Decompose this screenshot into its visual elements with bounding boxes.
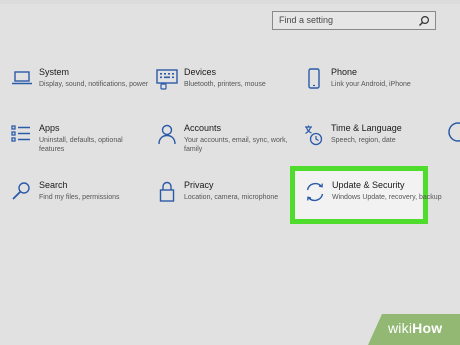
tile-privacy[interactable]: Privacy Location, camera, microphone <box>155 180 293 226</box>
apps-list-icon <box>11 125 30 142</box>
tile-desc: Uninstall, defaults, optional features <box>39 137 123 153</box>
tile-search[interactable]: Search Find my files, permissions <box>10 180 148 226</box>
tile-title: Apps <box>39 123 60 133</box>
tile-title: System <box>39 67 70 77</box>
highlight-box: Update & Security Windows Update, recove… <box>290 166 442 224</box>
tile-desc: Windows Update, recovery, backup <box>332 194 442 201</box>
wikihow-watermark: wikiHow <box>368 314 460 345</box>
watermark-part2: How <box>412 320 443 336</box>
keyboard-icon <box>156 69 178 90</box>
search-icon <box>12 182 30 200</box>
tile-title: Devices <box>184 67 217 77</box>
tile-title: Accounts <box>184 123 222 133</box>
tile-time-language[interactable]: Time & Language Speech, region, date <box>302 123 440 169</box>
tile-title: Search <box>39 180 68 190</box>
tile-title: Phone <box>331 67 358 77</box>
watermark-text: wikiHow <box>388 320 442 336</box>
person-icon <box>158 124 176 145</box>
lock-icon <box>159 181 175 202</box>
search-input[interactable]: Find a setting <box>272 11 436 30</box>
tile-phone[interactable]: Phone Link your Android, iPhone <box>302 67 440 113</box>
tile-desc: Location, camera, microphone <box>184 194 279 201</box>
tile-title: Update & Security <box>332 180 405 190</box>
tile-desc: Display, sound, notifications, power <box>39 81 149 88</box>
tile-title: Time & Language <box>331 123 402 133</box>
tile-desc: Your accounts, email, sync, work, family <box>184 137 288 153</box>
tile-accounts[interactable]: Accounts Your accounts, email, sync, wor… <box>155 123 293 169</box>
laptop-icon <box>12 71 32 85</box>
sync-icon <box>306 182 324 202</box>
tile-desc: Bluetooth, printers, mouse <box>184 81 266 88</box>
phone-icon <box>308 68 320 89</box>
gaming-icon-partial <box>448 122 460 142</box>
watermark-part1: wiki <box>388 320 413 336</box>
time-language-icon <box>305 125 323 146</box>
tile-apps[interactable]: Apps Uninstall, defaults, optional featu… <box>10 123 148 169</box>
tile-devices[interactable]: Devices Bluetooth, printers, mouse <box>155 67 293 113</box>
tile-update-security[interactable]: Update & Security Windows Update, recove… <box>303 180 442 226</box>
tile-system[interactable]: System Display, sound, notifications, po… <box>10 67 148 113</box>
search-icon <box>419 15 430 26</box>
tile-desc: Speech, region, date <box>331 137 396 144</box>
window-top-edge <box>0 0 460 4</box>
search-placeholder: Find a setting <box>279 15 334 25</box>
tile-desc: Find my files, permissions <box>39 194 120 201</box>
tile-desc: Link your Android, iPhone <box>331 81 411 88</box>
tile-title: Privacy <box>184 180 214 190</box>
